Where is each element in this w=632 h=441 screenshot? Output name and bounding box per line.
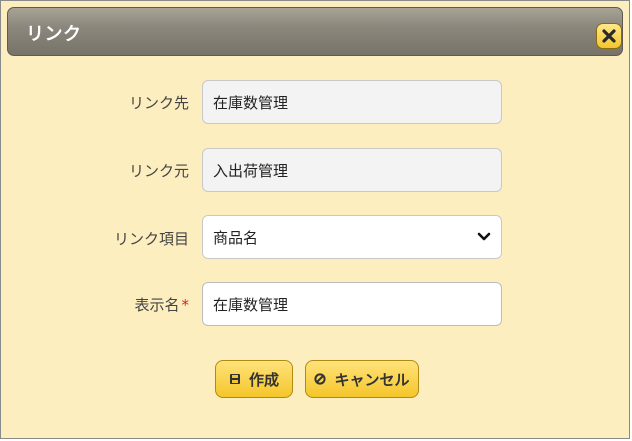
close-button[interactable] — [596, 23, 622, 49]
display-name-value: 在庫数管理 — [213, 295, 289, 314]
link-source-value: 入出荷管理 — [213, 161, 289, 180]
save-icon — [229, 373, 241, 385]
display-name-label: 表示名 * — [29, 294, 189, 315]
link-source-label: リンク元 — [128, 162, 189, 180]
cancel-icon — [314, 373, 327, 385]
link-dialog: リンク リンク先 在庫数管理 リンク元 入出荷管理 リンク項目 商品名 表示名 *… — [0, 0, 630, 439]
link-target-label: リンク先 — [128, 94, 189, 112]
create-button-label: 作成 — [248, 370, 279, 389]
link-item-label: リンク項目 — [113, 230, 189, 248]
required-mark: * — [181, 296, 190, 314]
cancel-button-label: キャンセル — [334, 370, 410, 389]
dialog-titlebar[interactable]: リンク — [7, 7, 623, 56]
link-item-value: 商品名 — [213, 228, 259, 247]
link-target-value: 在庫数管理 — [213, 93, 289, 112]
cancel-button[interactable]: キャンセル — [305, 360, 419, 398]
link-target-field: 在庫数管理 — [202, 80, 502, 124]
display-name-label-text: 表示名 — [134, 296, 180, 314]
link-item-select[interactable]: 商品名 — [202, 215, 502, 259]
create-button[interactable]: 作成 — [215, 360, 293, 398]
dialog-title: リンク — [26, 24, 82, 45]
display-name-input[interactable]: 在庫数管理 — [202, 282, 502, 326]
close-icon — [602, 29, 616, 43]
chevron-down-icon — [477, 232, 491, 242]
link-source-field: 入出荷管理 — [202, 148, 502, 192]
